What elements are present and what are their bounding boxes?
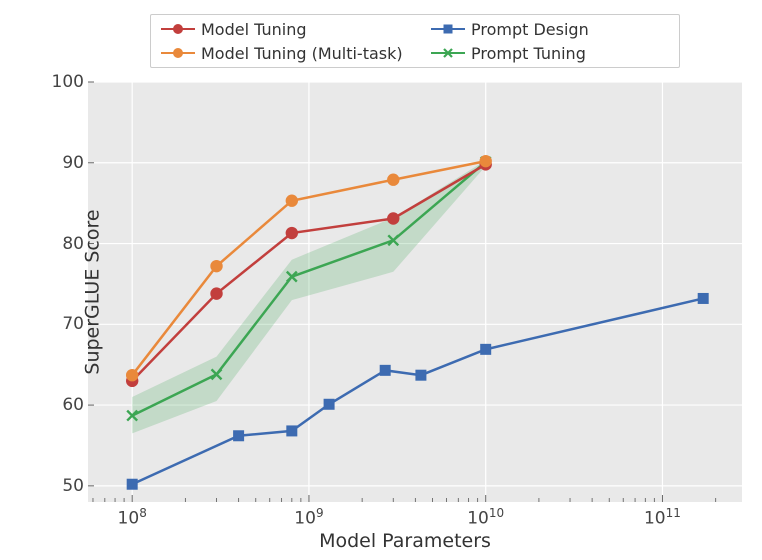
- legend-label: Model Tuning (Multi-task): [201, 44, 403, 63]
- x-tick-label: 109: [294, 506, 323, 529]
- y-tick-label: 80: [44, 234, 84, 254]
- y-tick-label: 50: [44, 476, 84, 496]
- plot-area: [88, 82, 742, 502]
- legend-item-prompt-design: Prompt Design: [431, 20, 631, 39]
- x-tick-label: 108: [118, 506, 147, 529]
- legend-swatch-model-tuning: [161, 21, 195, 37]
- legend: Model Tuning Prompt Design Model Tuning …: [150, 14, 680, 68]
- legend-label: Prompt Design: [471, 20, 589, 39]
- legend-item-prompt-tuning: Prompt Tuning: [431, 44, 631, 63]
- y-tick-label: 70: [44, 314, 84, 334]
- x-tick-label: 1010: [467, 506, 504, 529]
- legend-swatch-model-tuning-multitask: [161, 45, 195, 61]
- plot-svg: [88, 82, 742, 502]
- legend-swatch-prompt-tuning: [431, 45, 465, 61]
- legend-item-model-tuning-multitask: Model Tuning (Multi-task): [161, 44, 431, 63]
- legend-label: Model Tuning: [201, 20, 307, 39]
- legend-label: Prompt Tuning: [471, 44, 586, 63]
- x-axis-title: Model Parameters: [24, 530, 762, 552]
- x-tick-label: 1011: [644, 506, 681, 529]
- y-tick-label: 90: [44, 153, 84, 173]
- y-axis-title: SuperGLUE Score: [82, 209, 104, 374]
- legend-item-model-tuning: Model Tuning: [161, 20, 431, 39]
- y-tick-label: 100: [44, 72, 84, 92]
- figure: Model Tuning Prompt Design Model Tuning …: [0, 0, 762, 560]
- y-tick-label: 60: [44, 395, 84, 415]
- legend-swatch-prompt-design: [431, 21, 465, 37]
